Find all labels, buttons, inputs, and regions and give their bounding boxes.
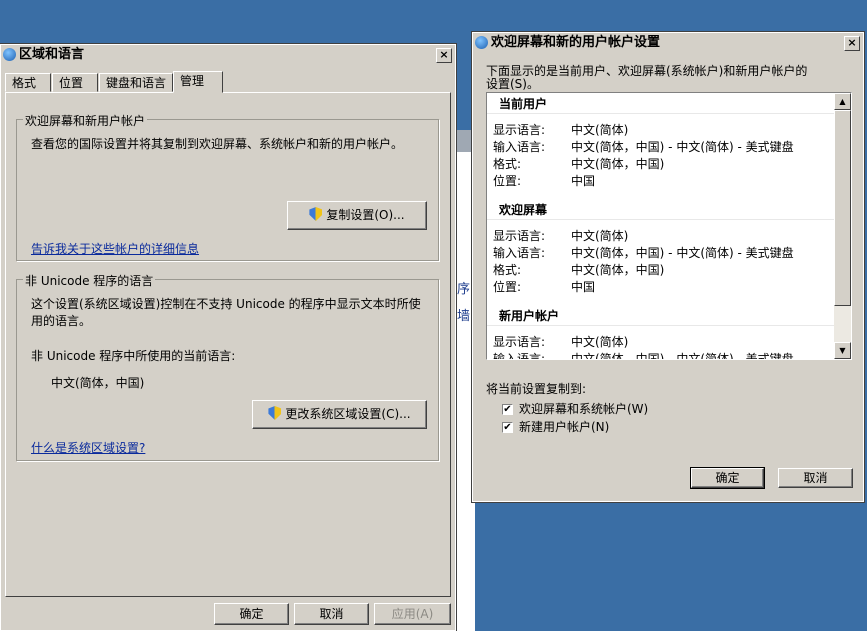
tab-keyboards-languages[interactable]: 键盘和语言: [99, 73, 173, 92]
accounts-info-link[interactable]: 告诉我关于这些帐户的详细信息: [31, 240, 199, 257]
welcome-dialog-titlebar[interactable]: 欢迎屏幕和新的用户帐户设置 ×: [473, 33, 863, 53]
row-label: 显示语言:: [493, 335, 546, 349]
uac-shield-icon: [268, 406, 282, 420]
copy-settings-button[interactable]: 复制设置(O)...: [287, 201, 427, 230]
globe-icon: [475, 36, 488, 49]
current-language-value: 中文(简体，中国): [51, 376, 145, 390]
section-heading-current-user: 当前用户: [499, 97, 548, 111]
welcome-screen-group: 欢迎屏幕和新用户帐户 查看您的国际设置并将其复制到欢迎屏幕、系统帐户和新的用户帐…: [16, 112, 439, 261]
non-unicode-description-2: 用的语言。: [31, 314, 92, 328]
globe-icon: [3, 48, 16, 61]
non-unicode-group-legend: 非 Unicode 程序的语言: [23, 272, 156, 289]
system-locale-help-link[interactable]: 什么是系统区域设置?: [31, 439, 145, 456]
welcome-screen-checkbox[interactable]: ✔: [502, 404, 513, 415]
row-label: 输入语言:: [493, 246, 546, 260]
copy-to-label: 将当前设置复制到:: [486, 382, 587, 396]
background-text-2: 墙: [457, 309, 471, 324]
administrative-tab-panel: 欢迎屏幕和新用户帐户 查看您的国际设置并将其复制到欢迎屏幕、系统帐户和新的用户帐…: [5, 92, 451, 597]
welcome-dialog-title: 欢迎屏幕和新的用户帐户设置: [491, 35, 661, 50]
row-label: 格式:: [493, 263, 522, 277]
row-value: 中文(简体，中国) - 中文(简体) - 美式键盘: [571, 246, 794, 260]
row-label: 输入语言:: [493, 140, 546, 154]
uac-shield-icon: [309, 207, 323, 221]
tab-administrative[interactable]: 管理: [173, 71, 223, 93]
region-dialog-titlebar[interactable]: 区域和语言 ×: [1, 45, 455, 65]
region-dialog-title: 区域和语言: [19, 47, 85, 62]
apply-button[interactable]: 应用(A): [374, 603, 451, 625]
row-value: 中文(简体，中国) - 中文(简体) - 美式键盘: [571, 352, 794, 360]
section-heading-welcome-screen: 欢迎屏幕: [499, 203, 548, 217]
scroll-up-arrow-icon[interactable]: ▲: [834, 93, 851, 110]
close-button[interactable]: ×: [844, 36, 860, 51]
row-label: 输入语言:: [493, 352, 546, 360]
row-label: 位置:: [493, 174, 522, 188]
non-unicode-description-1: 这个设置(系统区域设置)控制在不支持 Unicode 的程序中显示文本时所使: [31, 297, 421, 311]
cancel-button[interactable]: 取消: [294, 603, 369, 625]
copy-settings-label: 复制设置(O)...: [326, 208, 405, 222]
welcome-screen-checkbox-label[interactable]: 欢迎屏幕和系统帐户(W): [519, 401, 648, 418]
tab-format[interactable]: 格式: [5, 73, 51, 92]
new-user-checkbox-label[interactable]: 新建用户帐户(N): [519, 419, 609, 436]
row-value: 中文(简体): [571, 123, 629, 137]
section-divider: [487, 325, 835, 326]
ok-button[interactable]: 确定: [690, 467, 765, 489]
row-value: 中文(简体): [571, 229, 629, 243]
row-label: 格式:: [493, 157, 522, 171]
settings-listbox[interactable]: 当前用户 显示语言: 中文(简体) 输入语言: 中文(简体，中国) - 中文(简体)…: [486, 92, 852, 360]
row-value: 中文(简体，中国) - 中文(简体) - 美式键盘: [571, 140, 794, 154]
row-value: 中文(简体，中国): [571, 263, 665, 277]
row-label: 位置:: [493, 280, 522, 294]
row-value: 中文(简体，中国): [571, 157, 665, 171]
background-text-1: 序: [457, 282, 471, 297]
welcome-group-legend: 欢迎屏幕和新用户帐户: [23, 112, 148, 129]
non-unicode-group: 非 Unicode 程序的语言 这个设置(系统区域设置)控制在不支持 Unico…: [16, 272, 439, 461]
tab-location[interactable]: 位置: [52, 73, 98, 92]
row-value: 中文(简体): [571, 335, 629, 349]
current-language-label: 非 Unicode 程序中所使用的当前语言:: [31, 349, 236, 363]
ok-button[interactable]: 确定: [214, 603, 289, 625]
row-label: 显示语言:: [493, 123, 546, 137]
row-value: 中国: [571, 174, 596, 188]
section-heading-new-user: 新用户帐户: [499, 309, 560, 323]
change-system-locale-button[interactable]: 更改系统区域设置(C)...: [252, 400, 427, 429]
cancel-button[interactable]: 取消: [778, 468, 853, 488]
scrollbar-thumb[interactable]: [834, 110, 851, 306]
section-divider: [487, 219, 835, 220]
scroll-down-arrow-icon[interactable]: ▼: [834, 342, 851, 359]
new-user-checkbox[interactable]: ✔: [502, 422, 513, 433]
region-language-dialog: 区域和语言 × 格式 位置 键盘和语言 管理 欢迎屏幕和新用户帐户 查看您的国际…: [0, 43, 457, 631]
close-button[interactable]: ×: [436, 48, 452, 63]
intro-text-2: 设置(S)。: [486, 77, 539, 91]
row-label: 显示语言:: [493, 229, 546, 243]
change-system-locale-label: 更改系统区域设置(C)...: [285, 407, 411, 421]
welcome-group-description: 查看您的国际设置并将其复制到欢迎屏幕、系统帐户和新的用户帐户。: [31, 137, 404, 151]
vertical-scrollbar[interactable]: ▲ ▼: [834, 93, 851, 359]
row-value: 中国: [571, 280, 596, 294]
section-divider: [487, 113, 835, 114]
